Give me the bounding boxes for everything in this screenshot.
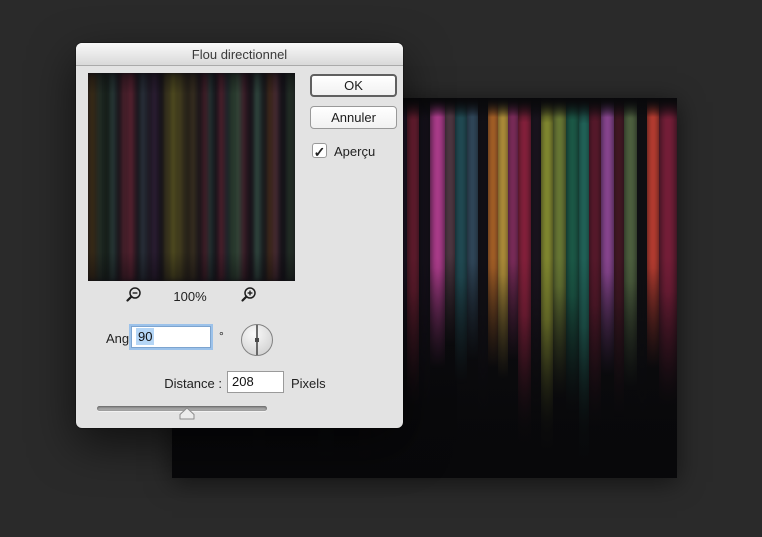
- image-stripe: [659, 98, 677, 410]
- image-stripe: [189, 73, 196, 281]
- zoom-level-label: 100%: [173, 289, 207, 304]
- ok-button[interactable]: OK: [310, 74, 397, 97]
- zoom-out-button[interactable]: [125, 286, 143, 304]
- angle-value-selected: 90: [136, 328, 155, 345]
- image-stripe: [487, 98, 498, 372]
- distance-label: Distance :: [164, 376, 222, 391]
- image-stripe: [565, 98, 579, 418]
- preview-checkbox[interactable]: ✓: [312, 143, 327, 160]
- image-stripe: [228, 73, 235, 281]
- image-stripe: [444, 98, 455, 349]
- image-stripe: [138, 73, 145, 281]
- dialog-titlebar[interactable]: Flou directionnel: [76, 43, 403, 66]
- image-stripe: [419, 98, 430, 425]
- image-stripe: [157, 73, 163, 281]
- image-stripe: [234, 73, 241, 281]
- magnifier-minus-icon: [125, 287, 143, 307]
- desktop-background: Flou directionnel 100% Angle: 90 ° Dist…: [0, 0, 762, 537]
- image-stripe: [507, 98, 518, 364]
- image-stripe: [217, 73, 224, 281]
- image-stripe: [477, 98, 488, 440]
- image-stripe: [578, 98, 589, 467]
- image-stripe: [127, 73, 134, 281]
- image-stripe: [246, 73, 253, 281]
- image-stripe: [646, 98, 660, 372]
- image-stripe: [601, 98, 614, 380]
- distance-value: 208: [232, 374, 254, 389]
- image-stripe: [212, 73, 218, 281]
- image-stripe: [114, 73, 121, 281]
- image-stripe: [183, 73, 190, 281]
- image-stripe: [96, 73, 103, 281]
- image-stripe: [553, 98, 566, 402]
- image-stripe: [88, 73, 97, 281]
- magnifier-plus-icon: [240, 287, 258, 307]
- image-stripe: [223, 73, 229, 281]
- image-stripe: [168, 73, 177, 281]
- image-stripe: [102, 73, 109, 281]
- image-stripe: [284, 73, 295, 281]
- pixels-unit-label: Pixels: [291, 376, 326, 391]
- image-stripe: [272, 73, 279, 281]
- image-stripe: [252, 73, 260, 281]
- image-stripe: [588, 98, 602, 433]
- image-stripe: [195, 73, 201, 281]
- image-stripe: [636, 98, 647, 448]
- cancel-button[interactable]: Annuler: [310, 106, 397, 129]
- image-stripe: [497, 98, 508, 383]
- checkmark-icon: ✓: [313, 144, 326, 160]
- image-stripe: [530, 98, 541, 418]
- image-stripe: [144, 73, 152, 281]
- distance-slider-thumb[interactable]: [179, 407, 195, 420]
- image-stripe: [266, 73, 273, 281]
- image-stripe: [151, 73, 158, 281]
- zoom-in-button[interactable]: [240, 286, 258, 304]
- image-stripe: [429, 98, 445, 372]
- angle-dial[interactable]: [240, 323, 274, 357]
- preview-thumbnail[interactable]: [88, 73, 295, 281]
- image-stripe: [240, 73, 247, 281]
- image-stripe: [406, 98, 420, 410]
- image-stripe: [467, 98, 478, 364]
- image-stripe: [162, 73, 169, 281]
- motion-blur-dialog: Flou directionnel 100% Angle: 90 ° Dist…: [76, 43, 403, 428]
- image-stripe: [259, 73, 266, 281]
- image-stripe: [108, 73, 115, 281]
- image-stripe: [278, 73, 285, 281]
- image-stripe: [517, 98, 531, 448]
- image-stripe: [540, 98, 554, 456]
- image-stripe: [177, 73, 184, 281]
- angle-input[interactable]: 90: [131, 326, 211, 348]
- preview-checkbox-label: Aperçu: [334, 144, 376, 159]
- image-stripe: [200, 73, 208, 281]
- dialog-title: Flou directionnel: [191, 47, 288, 62]
- image-stripe: [133, 73, 139, 281]
- image-stripe: [120, 73, 128, 281]
- image-stripe: [454, 98, 468, 387]
- degree-unit-label: °: [219, 329, 224, 343]
- image-stripe: [613, 98, 624, 421]
- distance-input[interactable]: 208: [227, 371, 284, 393]
- image-stripe: [207, 73, 213, 281]
- image-stripe: [623, 98, 637, 395]
